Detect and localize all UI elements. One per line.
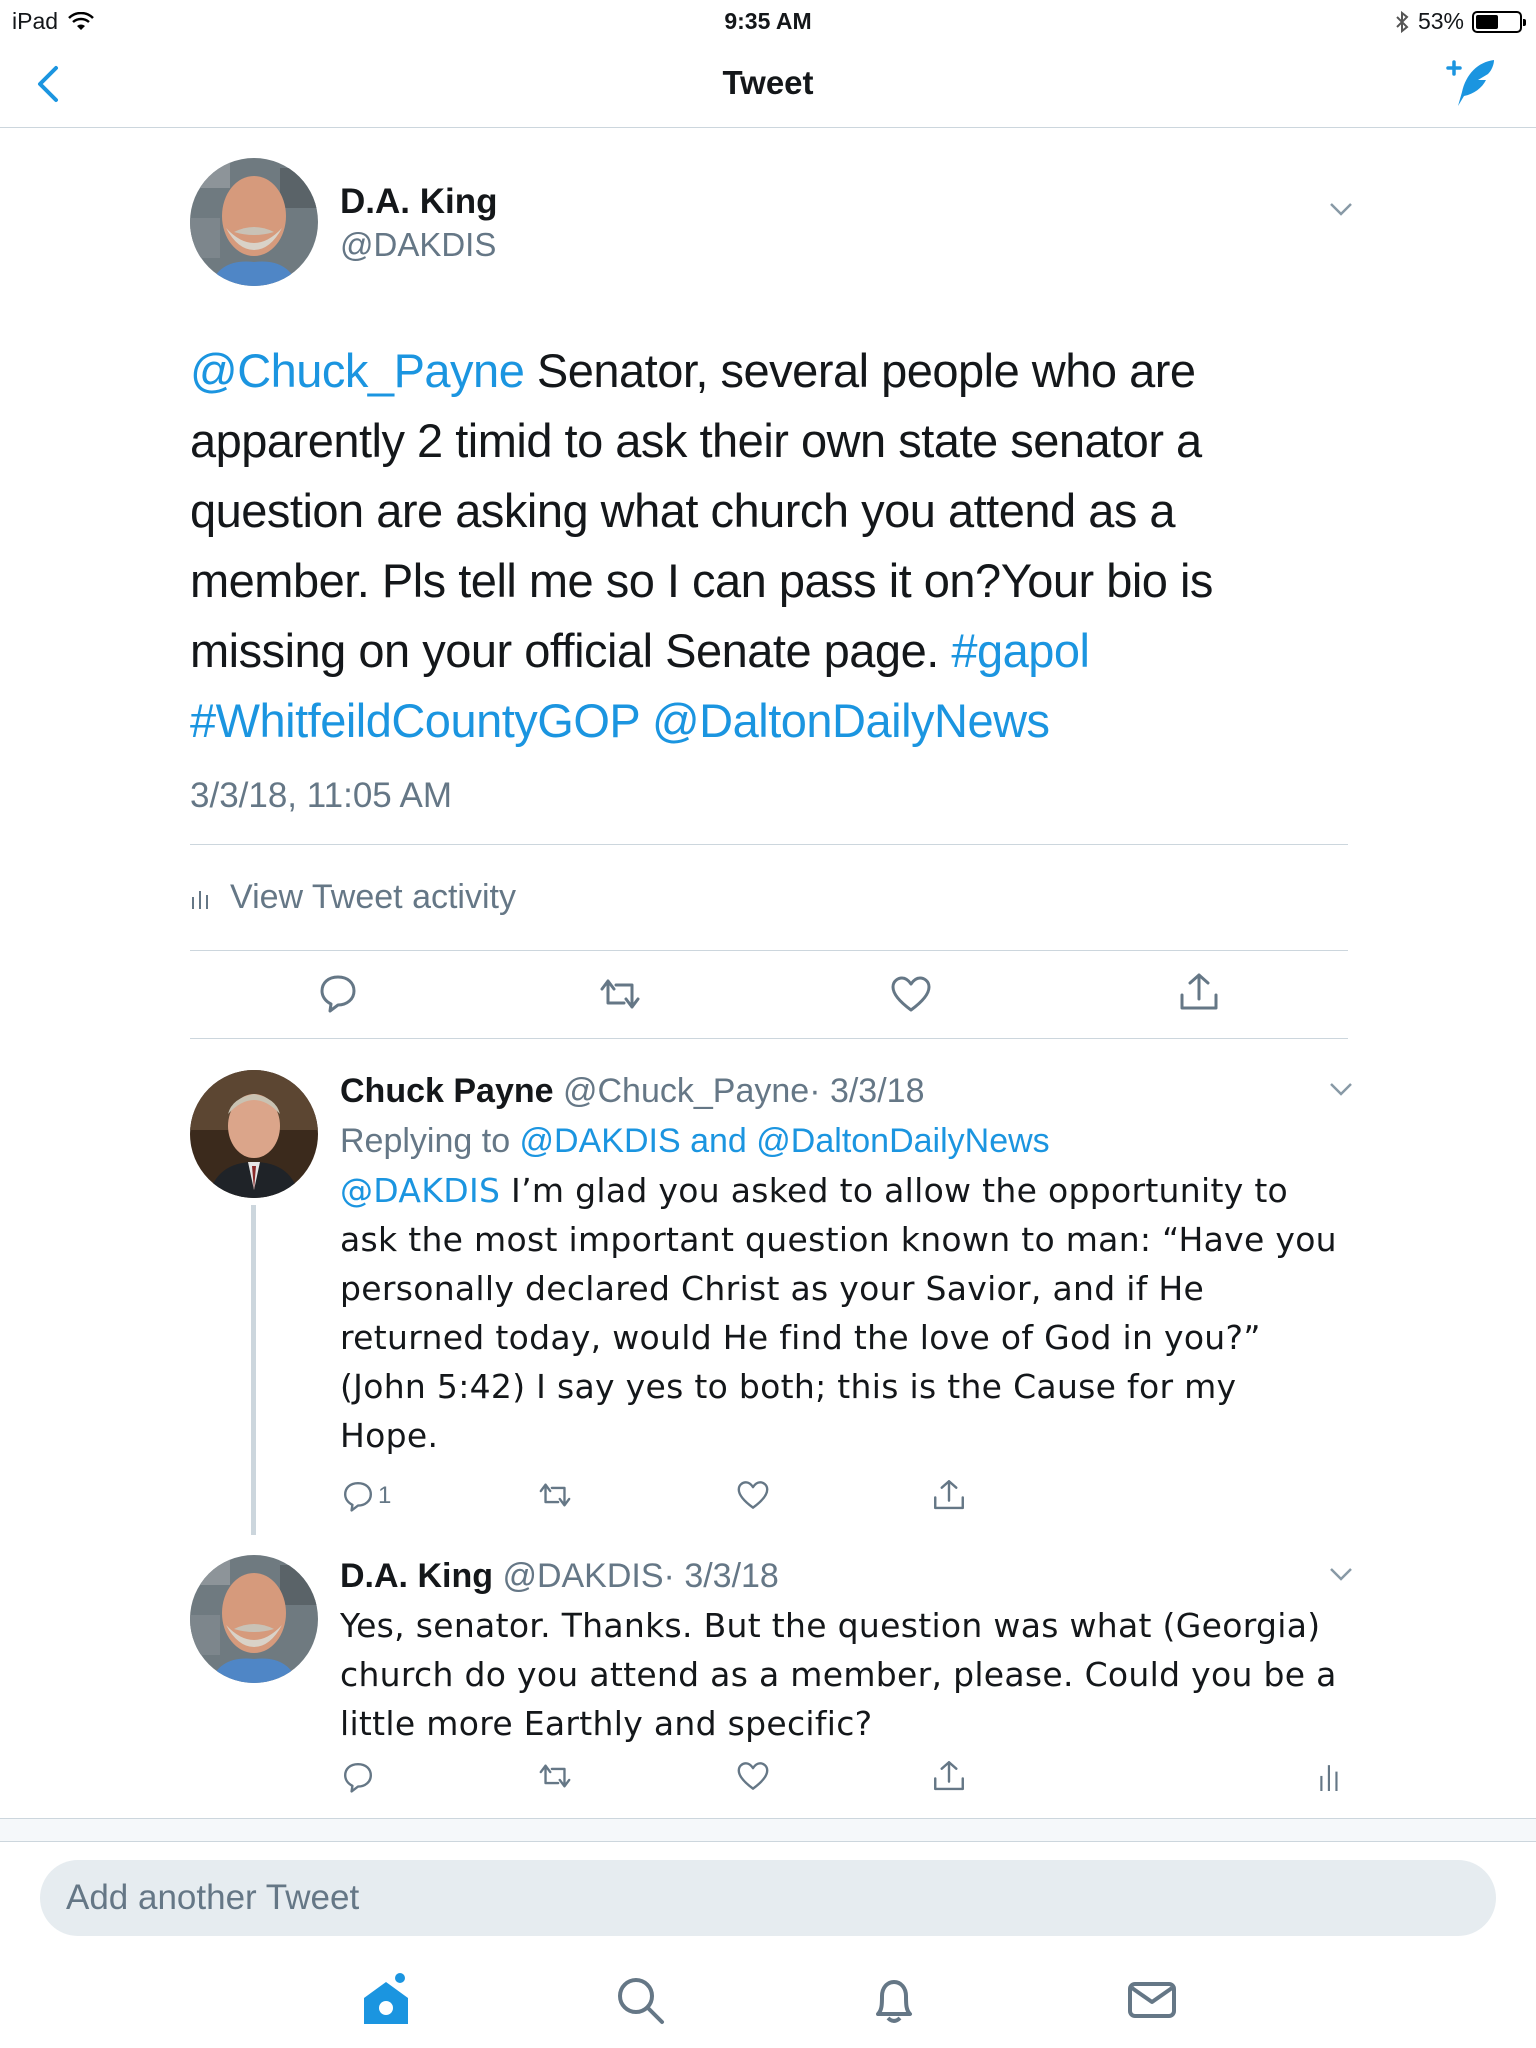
mention-link[interactable]: @Chuck_Payne xyxy=(190,344,525,397)
replying-prefix: Replying to xyxy=(340,1122,520,1160)
notifications-icon[interactable] xyxy=(864,1970,924,2030)
section-divider xyxy=(0,1818,1536,1842)
divider xyxy=(190,950,1348,951)
tweet-text: @Chuck_Payne Senator, several people who… xyxy=(190,336,1348,756)
activity-label: View Tweet activity xyxy=(230,878,516,916)
replying-to-link[interactable]: @DAKDIS xyxy=(520,1122,681,1160)
replying-to: Replying to @DAKDIS and @DaltonDailyNews xyxy=(340,1122,1050,1161)
bluetooth-icon xyxy=(1396,10,1409,33)
author-handle[interactable]: @DAKDIS xyxy=(502,1557,663,1595)
share-icon[interactable] xyxy=(1178,971,1220,1013)
reply-actions xyxy=(340,1755,1348,1799)
analytics-icon xyxy=(192,890,208,909)
reply-header: D.A. King @DAKDIS· 3/3/18 xyxy=(340,1557,779,1596)
like-icon[interactable] xyxy=(736,1761,770,1791)
like-icon[interactable] xyxy=(736,1480,770,1510)
add-tweet-input[interactable]: Add another Tweet xyxy=(40,1860,1496,1936)
replying-and: and xyxy=(680,1122,757,1160)
hashtag-link[interactable]: #gapol xyxy=(951,624,1090,677)
reply-text: Yes, senator. Thanks. But the question w… xyxy=(340,1606,1337,1743)
replying-to-link[interactable]: @DaltonDailyNews xyxy=(756,1122,1049,1160)
mention-link[interactable]: @DaltonDailyNews xyxy=(652,694,1050,747)
hashtag-link[interactable]: #WhitfeildCountyGOP xyxy=(190,694,640,747)
tweet-actions xyxy=(190,953,1348,1013)
like-icon[interactable] xyxy=(890,975,932,1013)
avatar[interactable] xyxy=(190,1555,318,1683)
view-tweet-activity[interactable]: View Tweet activity xyxy=(190,878,516,917)
author-handle[interactable]: @Chuck_Payne xyxy=(563,1072,809,1110)
divider xyxy=(190,1038,1348,1039)
reply-date: · 3/3/18 xyxy=(663,1557,779,1595)
tab-bar xyxy=(0,1950,1536,2048)
reply-body: I’m glad you asked to allow the opportun… xyxy=(340,1171,1337,1455)
retweet-icon[interactable] xyxy=(536,1761,574,1791)
chevron-down-icon[interactable] xyxy=(1328,200,1354,218)
share-icon[interactable] xyxy=(932,1478,966,1512)
author-name[interactable]: D.A. King xyxy=(340,1557,493,1595)
page-title: Tweet xyxy=(722,64,814,101)
share-icon[interactable] xyxy=(932,1759,966,1793)
add-tweet-placeholder: Add another Tweet xyxy=(66,1878,360,1917)
reply-count: 1 xyxy=(378,1482,392,1509)
avatar[interactable] xyxy=(190,158,318,286)
author-name[interactable]: Chuck Payne xyxy=(340,1072,554,1110)
tweet-timestamp: 3/3/18, 11:05 AM xyxy=(190,776,453,815)
reply-icon[interactable] xyxy=(342,1480,374,1512)
reply-icon[interactable] xyxy=(318,973,358,1013)
chevron-down-icon[interactable] xyxy=(1328,1080,1354,1098)
battery-fill xyxy=(1476,14,1499,29)
analytics-icon[interactable] xyxy=(1318,1763,1342,1791)
author-name[interactable]: D.A. King xyxy=(340,182,497,222)
battery-percent: 53% xyxy=(1417,8,1464,34)
retweet-icon[interactable] xyxy=(536,1480,574,1510)
status-time: 9:35 AM xyxy=(724,8,812,34)
thread-line xyxy=(251,1205,256,1535)
battery-icon xyxy=(1472,10,1526,33)
status-bar: iPad 9:35 AM 53% xyxy=(0,0,1536,40)
messages-icon[interactable] xyxy=(1122,1970,1182,2030)
divider xyxy=(190,844,1348,845)
avatar[interactable] xyxy=(190,1070,318,1198)
reply-icon[interactable] xyxy=(342,1761,374,1793)
reply-date: · 3/3/18 xyxy=(809,1072,925,1110)
nav-bar: Tweet xyxy=(0,40,1536,128)
author-handle[interactable]: @DAKDIS xyxy=(340,226,496,264)
status-right: 53% xyxy=(1394,8,1526,35)
retweet-icon[interactable] xyxy=(596,975,644,1013)
reply-actions: 1 xyxy=(340,1474,1340,1518)
reply-header: Chuck Payne @Chuck_Payne· 3/3/18 xyxy=(340,1072,925,1111)
home-icon[interactable] xyxy=(356,1970,416,2030)
mention-link[interactable]: @DAKDIS xyxy=(340,1171,500,1210)
chevron-down-icon[interactable] xyxy=(1328,1565,1354,1583)
search-icon[interactable] xyxy=(610,1970,670,2030)
reply-text: @DAKDIS I’m glad you asked to allow the … xyxy=(340,1166,1340,1460)
compose-tweet-icon[interactable] xyxy=(1444,56,1500,112)
